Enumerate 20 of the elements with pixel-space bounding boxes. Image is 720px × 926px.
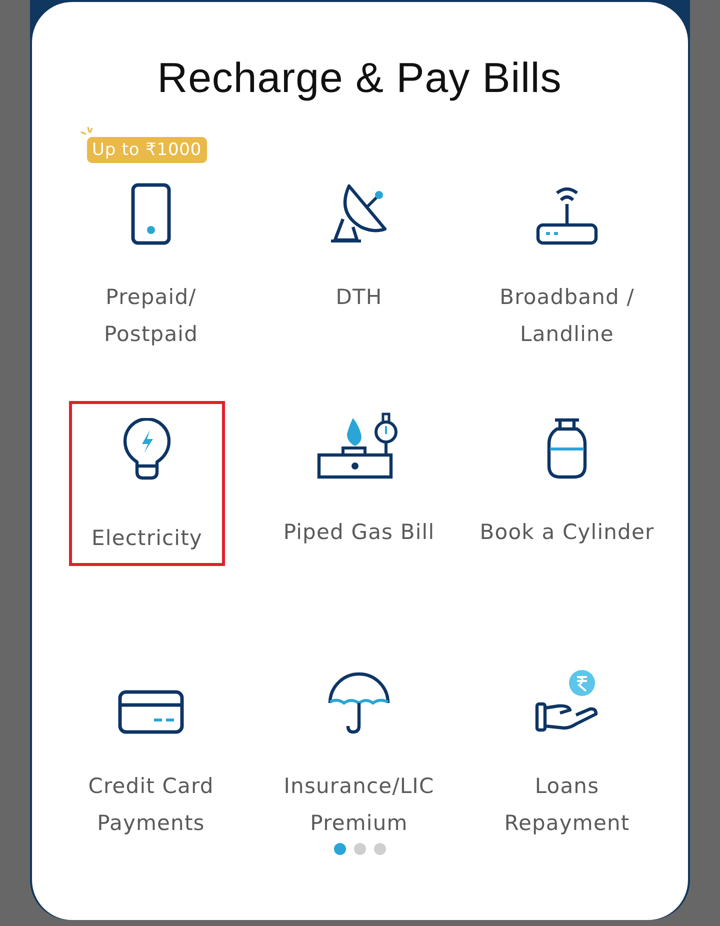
light-bulb-icon [123, 418, 171, 480]
service-tile[interactable]: DTH [255, 166, 463, 325]
umbrella-icon [328, 672, 390, 734]
service-tile[interactable]: Electricity [69, 401, 225, 566]
gas-cylinder-icon [547, 416, 587, 480]
service-tile[interactable]: Book a Cylinder [463, 401, 671, 560]
page-indicator-dot[interactable] [354, 843, 366, 855]
phone-icon [131, 183, 171, 245]
page-indicator-dot[interactable] [374, 843, 386, 855]
service-tile[interactable]: Piped Gas Bill [255, 401, 463, 560]
service-tile[interactable]: Broadband / Landline [463, 166, 671, 362]
satellite-dish-icon [329, 183, 389, 245]
hand-coin-icon [534, 668, 600, 734]
service-tile[interactable]: Credit Card Payments [47, 641, 255, 851]
service-tile[interactable]: Loans Repayment [463, 641, 671, 851]
offer-badge: Up to ₹1000 [87, 137, 207, 163]
service-tile[interactable]: Insurance/LIC Premium [255, 641, 463, 851]
credit-card-icon [118, 690, 184, 734]
dialog-title: Recharge & Pay Bills [156, 54, 563, 102]
page-indicator-dot[interactable] [334, 843, 346, 855]
